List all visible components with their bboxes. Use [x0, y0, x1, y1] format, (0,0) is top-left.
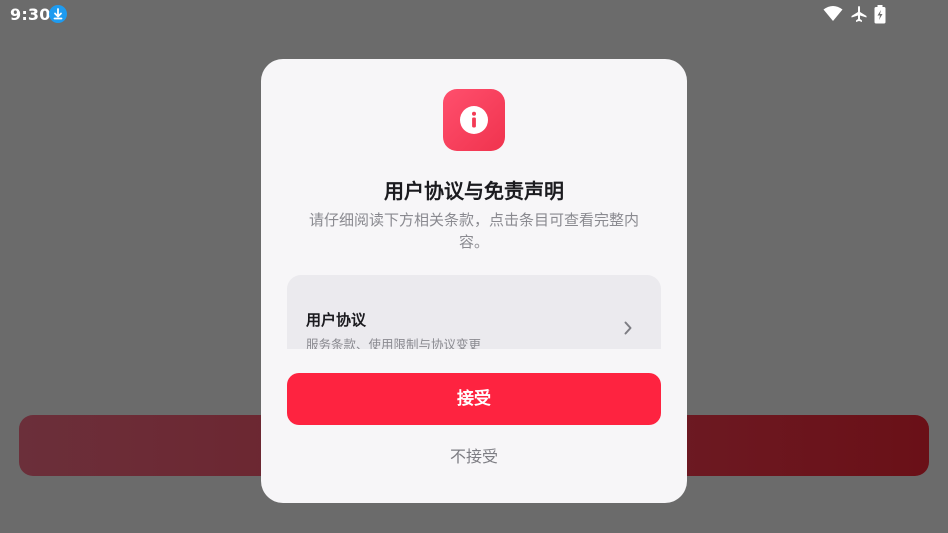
chevron-right-icon [624, 321, 632, 335]
list-item-subtitle: 服务条款、使用限制与协议变更 [306, 337, 482, 349]
accept-button[interactable]: 接受 [287, 373, 661, 425]
list-item-title: 用户协议 [306, 311, 367, 329]
list-item-user-agreement[interactable]: 用户协议 服务条款、使用限制与协议变更 [287, 275, 661, 349]
decline-button[interactable]: 不接受 [424, 443, 524, 471]
status-time: 9:30 [10, 5, 51, 24]
battery-charging-icon [874, 5, 886, 24]
agreement-dialog: 用户协议与免责声明 请仔细阅读下方相关条款，点击条目可查看完整内容。 用户协议 … [261, 59, 687, 503]
airplane-mode-icon [851, 6, 867, 22]
dialog-description: 请仔细阅读下方相关条款，点击条目可查看完整内容。 [308, 211, 639, 251]
download-icon [49, 5, 67, 23]
info-icon [443, 89, 505, 151]
dialog-title: 用户协议与免责声明 [384, 179, 564, 203]
status-bar: 9:30 [0, 0, 948, 30]
wifi-icon [823, 6, 843, 21]
